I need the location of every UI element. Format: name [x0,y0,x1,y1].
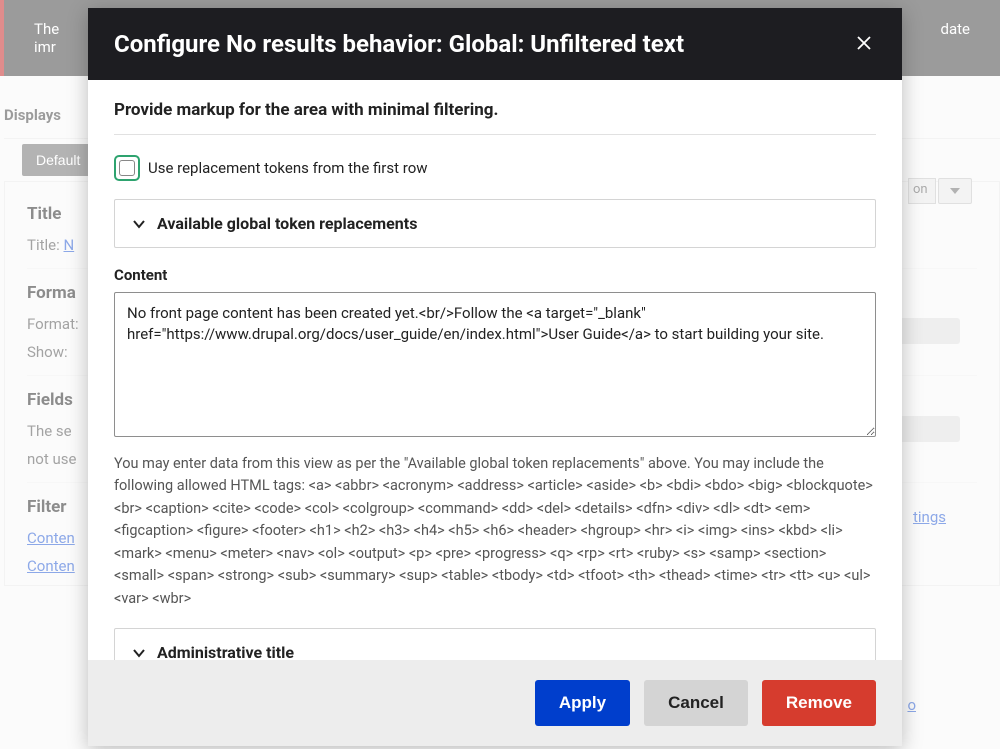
global-tokens-panel[interactable]: Available global token replacements [114,199,876,248]
content-label: Content [114,266,876,284]
replacement-tokens-row: Use replacement tokens from the first ro… [114,155,876,181]
configure-modal: Configure No results behavior: Global: U… [88,8,902,746]
chevron-down-icon [131,645,147,660]
cancel-button[interactable]: Cancel [644,680,748,726]
admin-title-panel[interactable]: Administrative title [114,628,876,660]
remove-button[interactable]: Remove [762,680,876,726]
close-icon [856,35,872,51]
content-help-text: You may enter data from this view as per… [114,453,876,610]
modal-subtitle: Provide markup for the area with minimal… [114,100,876,135]
admin-title-label: Administrative title [157,643,294,660]
checkbox-inner [119,160,135,176]
chevron-down-icon [131,216,147,232]
replacement-tokens-checkbox[interactable] [114,155,140,181]
modal-footer: Apply Cancel Remove [88,660,902,746]
modal-body: Provide markup for the area with minimal… [88,80,902,660]
global-tokens-title: Available global token replacements [157,214,417,233]
apply-button[interactable]: Apply [535,680,630,726]
modal-header: Configure No results behavior: Global: U… [88,8,902,80]
close-button[interactable] [852,31,876,58]
modal-title: Configure No results behavior: Global: U… [114,30,684,58]
content-textarea[interactable] [114,292,876,437]
replacement-tokens-label: Use replacement tokens from the first ro… [148,159,428,177]
